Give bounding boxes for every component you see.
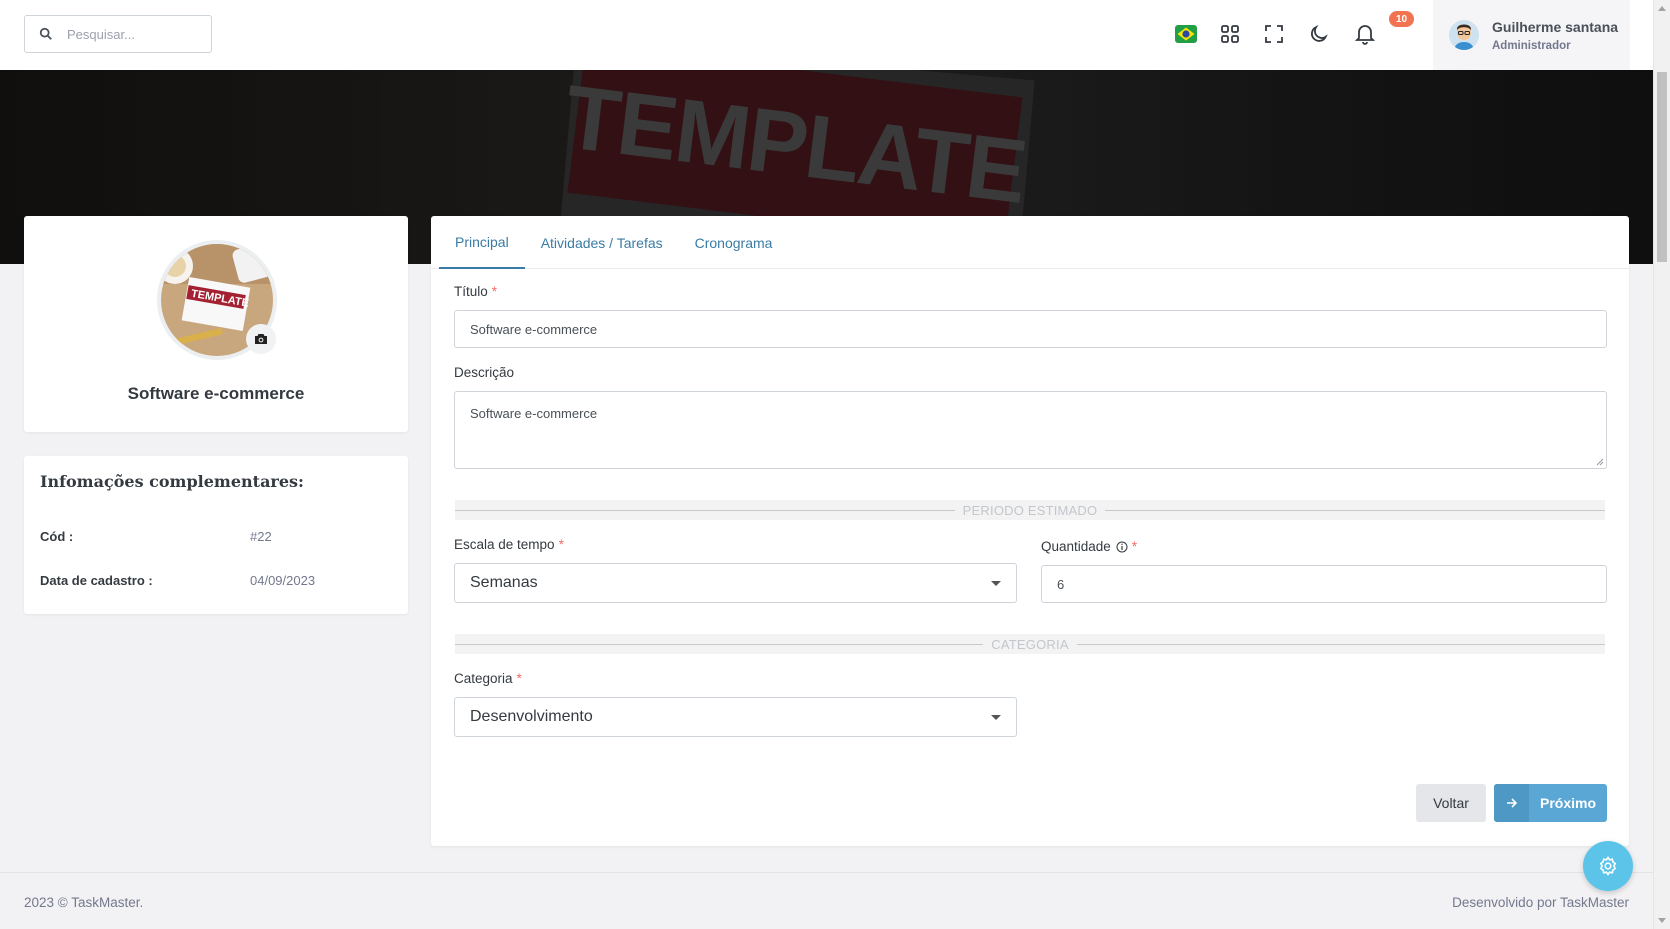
user-name: Guilherme santana (1492, 18, 1619, 35)
category-divider: CATEGORIA (455, 634, 1605, 654)
scale-label: Escala de tempo * (454, 537, 564, 552)
required-mark: * (558, 537, 564, 552)
category-label: Categoria * (454, 671, 522, 686)
info-icon[interactable] (1116, 541, 1128, 553)
period-divider: PERIODO ESTIMADO (455, 500, 1606, 520)
category-section-title: CATEGORIA (991, 636, 1069, 652)
scroll-thumb[interactable] (1657, 72, 1667, 262)
project-name: Software e-commerce (127, 384, 305, 403)
notification-badge: 10 (1389, 11, 1414, 27)
user-role: Administrador (1492, 39, 1571, 52)
info-label: Data de cadastro : (40, 573, 153, 588)
time-scale-value: Semanas (470, 574, 538, 591)
settings-gear-button[interactable] (1583, 841, 1633, 891)
project-profile-card: TEMPLATE Software e-commerce (24, 216, 408, 432)
chevron-down-icon (991, 714, 1001, 720)
tab-principal[interactable]: Principal (439, 216, 525, 269)
required-mark: * (491, 284, 498, 299)
footer: 2023 © TaskMaster. Desenvolvido por Task… (0, 872, 1653, 929)
moon-icon[interactable] (1307, 22, 1331, 46)
next-button[interactable]: Próximo (1494, 784, 1607, 822)
page-scrollbar[interactable] (1653, 0, 1670, 929)
footer-credits: Desenvolvido por TaskMaster (1452, 895, 1629, 910)
additional-info-card: Infomações complementares: Cód : #22 Dat… (24, 456, 408, 614)
info-row-created-date: Data de cadastro : 04/09/2023 (40, 573, 380, 588)
quantity-input[interactable]: 6 (1041, 565, 1607, 603)
time-scale-select[interactable]: Semanas (454, 563, 1017, 603)
info-value: #22 (250, 529, 272, 544)
next-button-label: Próximo (1539, 795, 1596, 811)
scroll-up-arrow-icon[interactable] (1658, 6, 1666, 11)
fullscreen-icon[interactable] (1262, 22, 1286, 46)
tab-schedule[interactable]: Cronograma (679, 216, 789, 269)
search-input[interactable] (67, 26, 207, 42)
tab-activities[interactable]: Atividades / Tarefas (525, 216, 679, 269)
info-label: Cód : (40, 529, 74, 544)
search-box[interactable] (24, 15, 212, 53)
title-label: Título * (454, 284, 498, 299)
tabs: Principal Atividades / Tarefas Cronogram… (431, 216, 1629, 269)
arrow-right-icon (1494, 784, 1529, 822)
period-section-title: PERIODO ESTIMADO (962, 502, 1098, 518)
bell-icon[interactable] (1353, 22, 1377, 46)
info-value: 04/09/2023 (250, 573, 316, 588)
info-row-code: Cód : #22 (40, 529, 380, 544)
brazil-flag-icon[interactable] (1174, 22, 1198, 46)
top-bar: 10 Guilherme santana Administrador (0, 0, 1653, 70)
user-menu[interactable]: Guilherme santana Administrador (1433, 0, 1630, 70)
description-textarea[interactable]: Software e-commerce (454, 391, 1607, 469)
title-input[interactable]: Software e-commerce (454, 310, 1607, 348)
description-value: Software e-commerce (470, 406, 598, 421)
footer-copyright: 2023 © TaskMaster. (24, 895, 144, 910)
camera-icon[interactable] (246, 324, 276, 354)
gear-icon (1599, 856, 1617, 876)
chevron-down-icon (991, 580, 1001, 586)
category-value: Desenvolvimento (470, 708, 593, 725)
resize-handle-icon[interactable] (1596, 458, 1604, 466)
scroll-down-arrow-icon[interactable] (1658, 918, 1666, 923)
required-mark: * (516, 671, 522, 686)
required-mark: * (1131, 539, 1138, 554)
back-button[interactable]: Voltar (1416, 784, 1486, 822)
quantity-label: Quantidade * (1041, 539, 1138, 554)
description-label: Descrição (454, 365, 515, 380)
category-select[interactable]: Desenvolvimento (454, 697, 1017, 737)
apps-grid-icon[interactable] (1218, 22, 1242, 46)
info-title: Infomações complementares: (40, 472, 304, 491)
avatar (1449, 20, 1479, 50)
search-icon (39, 27, 52, 40)
